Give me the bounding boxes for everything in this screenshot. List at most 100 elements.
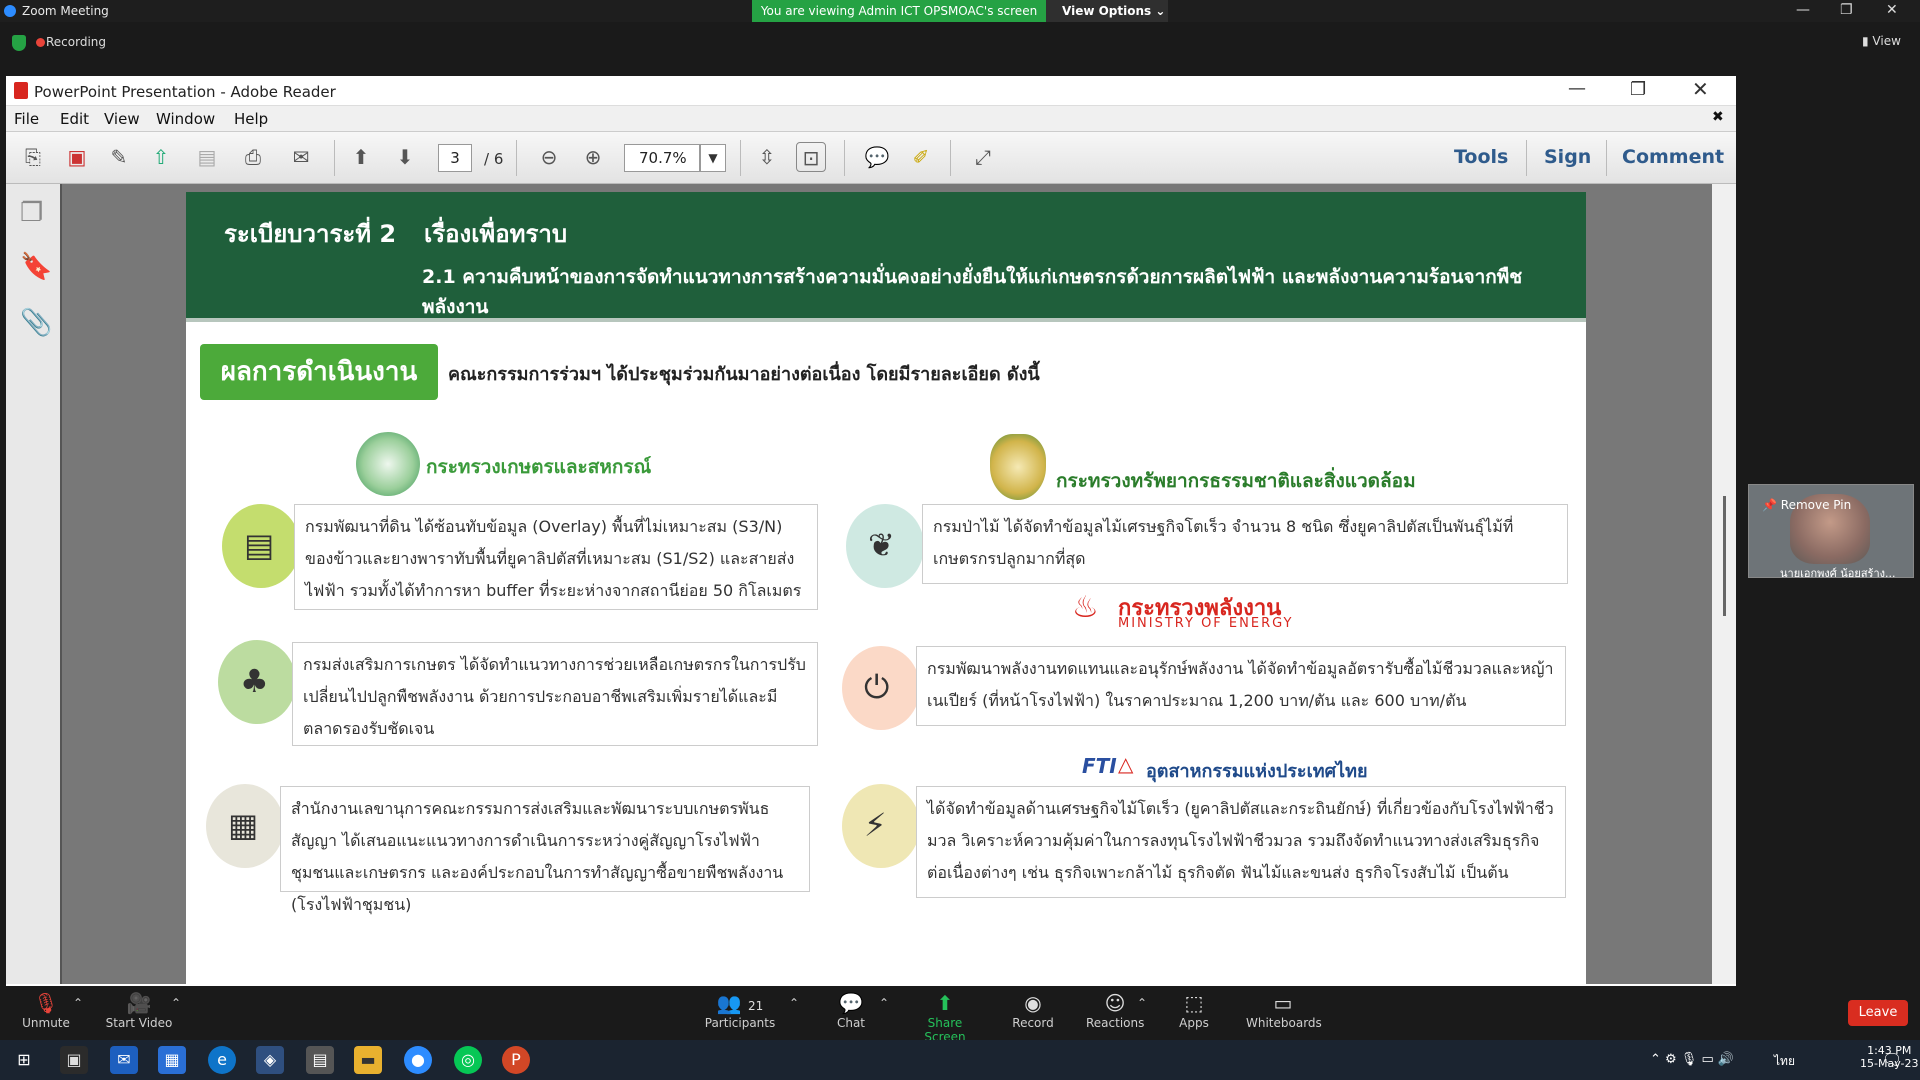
fti-triangle-icon: △ bbox=[1118, 752, 1134, 776]
view-options-button[interactable]: View Options ⌄ bbox=[1046, 0, 1168, 22]
edit-icon[interactable]: ✎ bbox=[104, 142, 134, 172]
comment-button[interactable]: Comment bbox=[1622, 146, 1724, 168]
participants-count: 21 bbox=[747, 999, 764, 1013]
pdf-icon bbox=[14, 82, 28, 99]
whiteboards-label: Whiteboards bbox=[1246, 1016, 1322, 1030]
menu-view[interactable]: View bbox=[104, 110, 140, 128]
zoom-taskbar-icon[interactable]: ● bbox=[404, 1046, 432, 1074]
dede-icon-circle: ⏻ bbox=[842, 646, 920, 730]
menu-edit[interactable]: Edit bbox=[60, 110, 89, 128]
create-pdf-icon[interactable]: ⎘ bbox=[18, 142, 48, 172]
audio-options-caret[interactable]: ⌃ bbox=[72, 996, 84, 1010]
page-number-input[interactable]: 3 bbox=[438, 144, 472, 172]
slide-header: ระเบียบวาระที่ 2 เรื่องเพื่อทราบ 2.1 ควา… bbox=[186, 192, 1586, 318]
email-icon[interactable]: ✉ bbox=[286, 142, 316, 172]
ministry-natural-resources: กระทรวงทรัพยากรธรรมชาติและสิ่งแวดล้อม bbox=[1056, 470, 1416, 492]
record-button[interactable]: ◉ Record bbox=[1008, 990, 1058, 1030]
sign-button[interactable]: Sign bbox=[1544, 146, 1591, 168]
menu-close-icon[interactable]: ✖ bbox=[1712, 109, 1724, 125]
card-rfd-text: กรมป่าไม้ ได้จัดทำข้อมูลไม้เศรษฐกิจโตเร็… bbox=[933, 517, 1514, 568]
apps-label: Apps bbox=[1179, 1016, 1209, 1030]
attachment-icon[interactable]: 📎 bbox=[20, 308, 52, 338]
contract-icon: ▦ bbox=[228, 806, 259, 844]
zoom-dropdown-icon[interactable]: ▼ bbox=[700, 144, 726, 172]
system-tray-icons[interactable]: ⌃ ⚙ 🎙 ▭ 🔊 bbox=[1650, 1052, 1734, 1067]
toolbar-separator bbox=[1606, 140, 1607, 176]
share-screen-icon: ⬆ bbox=[936, 991, 954, 1015]
reactions-caret[interactable]: ⌃ bbox=[1136, 996, 1148, 1010]
ldd-icon-circle: ▤ bbox=[222, 504, 300, 588]
video-options-caret[interactable]: ⌃ bbox=[170, 996, 182, 1010]
calculator-icon[interactable]: ▤ bbox=[306, 1046, 334, 1074]
next-page-icon[interactable]: ⬇ bbox=[390, 142, 420, 172]
bookmark-icon[interactable]: 🔖 bbox=[20, 252, 52, 282]
energy-plug-icon: ⏻ bbox=[864, 668, 890, 706]
fit-page-icon[interactable]: ⊡ bbox=[796, 142, 826, 172]
scrollbar-thumb[interactable] bbox=[1723, 496, 1726, 616]
plant-icon: ❦ bbox=[868, 526, 895, 564]
chat-caret[interactable]: ⌃ bbox=[878, 996, 890, 1010]
input-language[interactable]: ไทย bbox=[1774, 1052, 1795, 1071]
card-dede-text: กรมพัฒนาพลังงานทดแทนและอนุรักษ์พลังงาน ไ… bbox=[927, 659, 1554, 710]
card-alternative-energy: กรมพัฒนาพลังงานทดแทนและอนุรักษ์พลังงาน ไ… bbox=[916, 646, 1566, 726]
reactions-label: Reactions bbox=[1086, 1016, 1145, 1030]
comment-bubble-icon[interactable]: 💬 bbox=[862, 142, 892, 172]
leave-button[interactable]: Leave bbox=[1848, 1000, 1908, 1026]
reader-title-bar: PowerPoint Presentation - Adobe Reader —… bbox=[6, 76, 1736, 106]
chat-button[interactable]: 💬 Chat bbox=[830, 990, 872, 1030]
close-icon[interactable]: ✕ bbox=[1886, 2, 1898, 18]
menu-help[interactable]: Help bbox=[234, 110, 268, 128]
zoom-logo-icon bbox=[4, 5, 16, 17]
record-label: Record bbox=[1012, 1016, 1054, 1030]
fullscreen-icon[interactable]: ⤢ bbox=[968, 142, 998, 172]
whiteboard-icon: ▭ bbox=[1273, 991, 1293, 1015]
menu-file[interactable]: File bbox=[14, 110, 39, 128]
participants-button[interactable]: 👥 21 Participants bbox=[704, 990, 776, 1030]
start-video-label: Start Video bbox=[105, 1016, 173, 1030]
unmute-button[interactable]: 🎙 Unmute bbox=[18, 990, 74, 1030]
start-icon[interactable]: ⊞ bbox=[10, 1046, 38, 1074]
print-icon[interactable]: ⎙ bbox=[238, 142, 268, 172]
encryption-shield-icon[interactable] bbox=[12, 35, 26, 51]
calendar-icon[interactable]: ▦ bbox=[158, 1046, 186, 1074]
menu-window[interactable]: Window bbox=[156, 110, 215, 128]
participants-icon: 👥 21 bbox=[716, 991, 764, 1015]
participants-caret[interactable]: ⌃ bbox=[788, 996, 800, 1010]
recording-dot-icon bbox=[36, 38, 45, 47]
recording-indicator[interactable]: Recording bbox=[46, 35, 106, 49]
share-screen-button[interactable]: ⬆ Share Screen bbox=[908, 990, 982, 1044]
powerpoint-icon[interactable]: P bbox=[502, 1046, 530, 1074]
navigation-panel: ❐ 🔖 📎 bbox=[6, 184, 62, 984]
outlook-icon[interactable]: ✉ bbox=[110, 1046, 138, 1074]
remove-pin-button[interactable]: 📌 Remove Pin bbox=[1762, 498, 1851, 512]
minimize-icon[interactable]: — bbox=[1796, 2, 1810, 18]
restore-icon[interactable]: ❐ bbox=[1840, 2, 1853, 18]
edge-icon[interactable]: e bbox=[208, 1046, 236, 1074]
highlight-icon[interactable]: ✐ bbox=[906, 142, 936, 172]
reader-minimize-icon[interactable]: — bbox=[1568, 78, 1586, 99]
nre-seal-icon bbox=[990, 434, 1046, 500]
app-icon[interactable]: ◈ bbox=[256, 1046, 284, 1074]
zoom-out-icon[interactable]: ⊖ bbox=[534, 142, 564, 172]
apps-button[interactable]: ⬚ Apps bbox=[1176, 990, 1212, 1030]
zoom-level-select[interactable]: 70.7% bbox=[624, 144, 700, 172]
prev-page-icon[interactable]: ⬆ bbox=[346, 142, 376, 172]
save-icon[interactable]: ▤ bbox=[192, 142, 222, 172]
taskview-icon[interactable]: ▣ bbox=[60, 1046, 88, 1074]
line-icon[interactable]: ◎ bbox=[454, 1046, 482, 1074]
layers-icon: ▤ bbox=[244, 526, 275, 564]
reader-close-icon[interactable]: ✕ bbox=[1692, 77, 1709, 101]
fit-width-icon[interactable]: ⇳ bbox=[752, 142, 782, 172]
combine-icon[interactable]: ▣ bbox=[62, 142, 92, 172]
notifications-icon[interactable]: 🗨 bbox=[1882, 1050, 1902, 1069]
reader-restore-icon[interactable]: ❐ bbox=[1630, 79, 1646, 100]
upload-icon[interactable]: ⇧ bbox=[146, 142, 176, 172]
zoom-in-icon[interactable]: ⊕ bbox=[578, 142, 608, 172]
tools-button[interactable]: Tools bbox=[1454, 146, 1508, 168]
start-video-button[interactable]: 🎥 Start Video bbox=[104, 990, 174, 1030]
pages-icon[interactable]: ❐ bbox=[20, 198, 46, 228]
file-explorer-icon[interactable]: ▬ bbox=[354, 1046, 382, 1074]
toolbar-separator bbox=[844, 140, 845, 176]
whiteboards-button[interactable]: ▭ Whiteboards bbox=[1246, 990, 1322, 1030]
view-button[interactable]: ▮ View bbox=[1862, 34, 1901, 48]
